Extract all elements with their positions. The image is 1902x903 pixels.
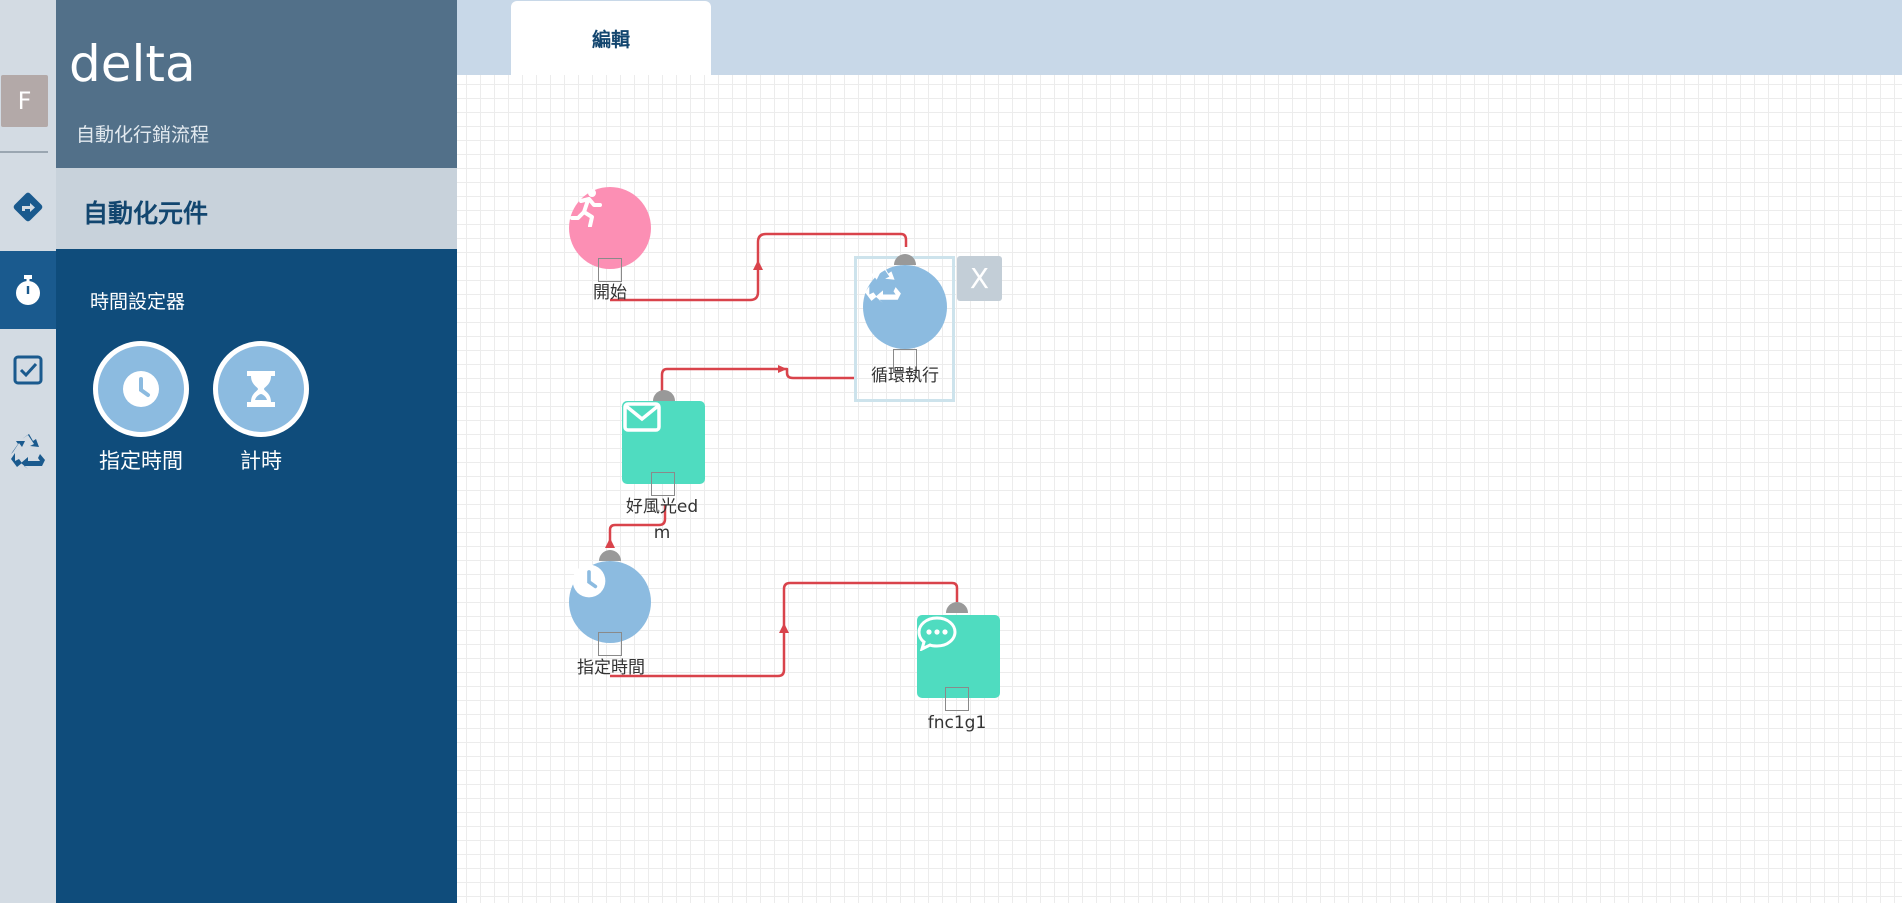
section-title: 自動化元件 bbox=[83, 199, 209, 228]
tab-edit[interactable]: 編輯 bbox=[511, 1, 711, 75]
rail-item-loop[interactable] bbox=[0, 412, 56, 490]
component-label: 指定時間 bbox=[99, 449, 183, 473]
node-port[interactable] bbox=[598, 632, 622, 656]
icon-rail: F bbox=[0, 0, 56, 903]
clock-icon bbox=[572, 564, 606, 598]
node-port[interactable] bbox=[598, 258, 622, 282]
node-label: fnc1g1 bbox=[927, 713, 987, 733]
recycle-icon bbox=[11, 434, 45, 469]
node-scheduled-time[interactable] bbox=[569, 561, 651, 643]
arrow-head bbox=[753, 260, 763, 270]
node-port[interactable] bbox=[945, 687, 969, 711]
directions-icon bbox=[13, 192, 43, 222]
component-circle bbox=[213, 341, 309, 437]
delete-node-button[interactable]: X bbox=[957, 256, 1002, 301]
stopwatch-icon bbox=[16, 275, 40, 305]
arrow-head bbox=[605, 538, 615, 548]
component-circle bbox=[93, 341, 189, 437]
group-label: 時間設定器 bbox=[90, 291, 186, 313]
connector-loop-to-edm bbox=[660, 367, 855, 393]
node-start[interactable] bbox=[569, 187, 651, 269]
node-label: 循環執行 bbox=[871, 366, 939, 386]
recycle-icon bbox=[865, 266, 901, 303]
running-person-icon bbox=[570, 189, 602, 227]
component-scheduled-time[interactable]: 指定時間 bbox=[86, 341, 196, 476]
node-label: 指定時間 bbox=[577, 658, 645, 678]
component-countdown[interactable]: 計時 bbox=[206, 341, 316, 476]
arrow-head bbox=[778, 365, 787, 373]
flow-canvas[interactable]: 開始 循環執行 X 好風光edm 指定時間 fnc1g1 bbox=[457, 75, 1902, 903]
user-avatar[interactable]: F bbox=[1, 75, 48, 127]
node-label: 開始 bbox=[593, 283, 627, 303]
component-panel: delta 自動化行銷流程 自動化元件 時間設定器 指定時間 計時 bbox=[56, 0, 457, 903]
app-title: delta bbox=[69, 35, 196, 93]
checkbox-icon bbox=[13, 355, 43, 385]
node-port[interactable] bbox=[651, 472, 675, 496]
component-label: 計時 bbox=[240, 449, 282, 473]
node-message[interactable] bbox=[917, 615, 1000, 698]
clock-icon bbox=[123, 371, 159, 407]
chat-bubble-icon bbox=[917, 616, 957, 651]
envelope-icon bbox=[623, 402, 661, 432]
arrow-head bbox=[779, 623, 789, 633]
rail-item-timer[interactable] bbox=[0, 251, 56, 329]
node-loop[interactable] bbox=[863, 265, 947, 349]
rail-divider bbox=[0, 151, 48, 153]
panel-header: delta 自動化行銷流程 bbox=[56, 0, 457, 168]
app-subtitle: 自動化行銷流程 bbox=[76, 124, 210, 146]
rail-item-flow[interactable] bbox=[0, 168, 56, 246]
hourglass-icon bbox=[247, 371, 275, 407]
node-label: 好風光edm bbox=[625, 497, 699, 543]
rail-item-task[interactable] bbox=[0, 331, 56, 409]
